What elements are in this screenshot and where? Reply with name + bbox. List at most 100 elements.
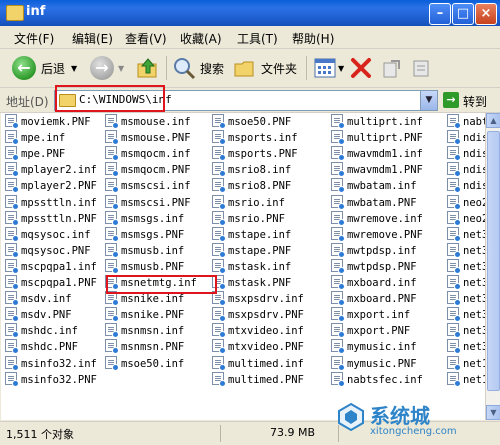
file-item[interactable]: msmqocm.PNF [105,162,191,178]
file-item[interactable]: msinfo32.inf [5,355,97,372]
file-item[interactable]: mstask.PNF [212,275,291,291]
file-item[interactable]: ndisuio [447,162,485,178]
menu-tools[interactable]: 工具(T) [237,30,278,47]
file-item[interactable]: mshdc.inf [5,323,78,339]
folders-button[interactable]: 文件夹 [233,55,297,81]
file-item[interactable]: mymusic.PNF [331,355,417,372]
file-item[interactable]: mwremove.PNF [331,226,423,243]
file-item[interactable]: msports.PNF [212,146,298,162]
file-item[interactable]: msoe50.inf [105,355,184,372]
delete-button[interactable] [350,55,372,81]
file-item[interactable]: msinfo32.PNF [5,371,97,388]
file-item[interactable]: msmusb.inf [105,242,184,259]
file-item[interactable]: neo20xx [447,194,485,211]
file-item[interactable]: mwtpdsp.PNF [331,258,417,275]
menu-favorites[interactable]: 收藏(A) [180,30,222,47]
file-item[interactable]: mwbatam.inf [331,178,417,194]
file-item[interactable]: ndisip. [447,146,485,162]
file-item[interactable]: nabtsfe [447,114,485,130]
file-item[interactable]: msrio8.PNF [212,178,291,194]
file-item[interactable]: msnmsn.inf [105,323,184,339]
file-item[interactable]: ndisip. [447,130,485,146]
file-item[interactable]: msmsgs.PNF [105,226,184,243]
file-item[interactable]: msmqocm.inf [105,146,191,162]
file-item[interactable]: net10.P [447,371,485,388]
file-item[interactable]: multimed.inf [212,355,304,372]
menu-help[interactable]: 帮助(H) [292,30,334,47]
file-item[interactable]: msmouse.inf [105,114,191,130]
file-item[interactable]: msnmsn.PNF [105,339,184,355]
file-item[interactable]: mshdc.PNF [5,339,78,355]
file-item[interactable]: mtxvideo.PNF [212,339,304,355]
file-item[interactable]: mwtpdsp.inf [331,242,417,259]
file-item[interactable]: net3c58 [447,275,485,291]
file-item[interactable]: mqsysoc.PNF [5,242,91,259]
file-item[interactable]: msmusb.PNF [105,258,184,275]
file-item[interactable]: net3c98 [447,307,485,323]
file-item[interactable]: neo20xx [447,210,485,227]
file-item[interactable]: mtxvideo.inf [212,323,304,339]
file-item[interactable]: msmsgs.inf [105,210,184,227]
file-item[interactable]: nabtsfec.inf [331,371,423,388]
file-item[interactable]: multiprt.inf [331,114,423,130]
up-folder-button[interactable] [136,55,160,81]
file-item[interactable]: msrio.PNF [212,210,285,227]
file-item[interactable]: mscpqpa1.inf [5,258,97,275]
chevron-down-icon[interactable]: ▼ [420,91,437,110]
file-item[interactable]: net3c98 [447,291,485,307]
file-item[interactable]: ndisuio [447,178,485,194]
file-item[interactable]: mxboard.PNF [331,291,417,307]
maximize-button[interactable]: □ [452,3,474,25]
file-item[interactable]: msdv.PNF [5,307,72,323]
file-list[interactable]: moviemk.PNF mpe.inf mpe.PNF mplayer2.inf mpl… [1,113,485,420]
file-item[interactable]: mwbatam.PNF [331,194,417,211]
file-item[interactable]: mpe.PNF [5,146,65,162]
search-button[interactable]: 搜索 [172,55,224,81]
file-item[interactable]: net10.i [447,355,485,372]
file-item[interactable]: mpssttln.inf [5,194,97,211]
menu-file[interactable]: 文件(F) [14,30,54,47]
file-item[interactable]: mwremove.inf [331,210,423,227]
file-item[interactable]: mxport.inf [331,307,410,323]
file-item[interactable]: mxport.PNF [331,323,410,339]
menu-edit[interactable]: 编辑(E) [72,30,113,47]
views-button[interactable]: ▼ [314,55,344,81]
file-item[interactable]: net3sr. [447,339,485,355]
file-item[interactable]: mqsysoc.inf [5,226,91,243]
file-item[interactable]: msports.inf [212,130,298,146]
file-item[interactable]: msmscsi.PNF [105,194,191,211]
file-item[interactable]: mymusic.inf [331,339,417,355]
close-button[interactable]: × [475,3,497,25]
file-item[interactable]: mplayer2.PNF [5,178,97,194]
file-item[interactable]: net3c58 [447,258,485,275]
file-item[interactable]: multimed.PNF [212,371,304,388]
file-item[interactable]: msrio.inf [212,194,285,211]
file-item[interactable]: mxboard.inf [331,275,417,291]
file-item[interactable]: mstape.inf [212,226,291,243]
scroll-thumb[interactable] [487,131,500,391]
back-button[interactable]: ← 后退 ▼ [12,55,77,81]
file-item[interactable]: moviemk.PNF [5,114,91,130]
forward-button[interactable]: → ▼ [90,55,124,81]
file-item[interactable]: net3c55 [447,242,485,259]
menu-view[interactable]: 查看(V) [125,30,167,47]
file-item[interactable]: msxpsdrv.inf [212,291,304,307]
file-item[interactable]: mscpqpa1.PNF [5,275,97,291]
file-item[interactable]: multiprt.PNF [331,130,423,146]
go-button[interactable]: 转到 [463,93,487,110]
file-item[interactable]: mstape.PNF [212,242,291,259]
vertical-scrollbar[interactable]: ▲ ▼ [485,113,500,420]
file-item[interactable]: msxpsdrv.PNF [212,307,304,323]
file-item[interactable]: msrio8.inf [212,162,291,178]
file-item[interactable]: msmscsi.inf [105,178,191,194]
file-item[interactable]: msnike.PNF [105,307,184,323]
file-item[interactable]: msoe50.PNF [212,114,291,130]
go-arrow-icon[interactable]: → [443,92,459,108]
file-item[interactable]: mpssttln.PNF [5,210,97,227]
move-to-button[interactable] [410,55,432,81]
file-item[interactable]: net3sr. [447,323,485,339]
file-item[interactable]: mpe.inf [5,130,65,146]
file-item[interactable]: mwavmdm1.PNF [331,162,423,178]
minimize-button[interactable]: – [429,3,451,25]
file-item[interactable]: net3c55 [447,226,485,243]
